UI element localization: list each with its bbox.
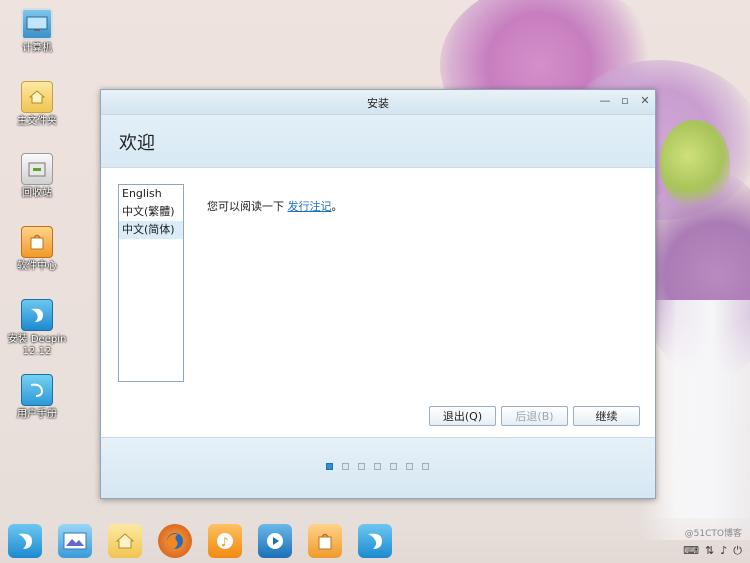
user-manual-icon (21, 374, 53, 406)
wallpaper-leaf (660, 120, 730, 210)
music-player-icon[interactable]: ♪ (208, 524, 242, 558)
trash-icon (21, 153, 53, 185)
close-icon[interactable]: ✕ (639, 95, 651, 107)
quit-button[interactable]: 退出(Q) (429, 406, 496, 426)
release-notes-link[interactable]: 发行注记 (288, 200, 332, 213)
desktop-icon-label: 主文件夹 (17, 116, 57, 127)
deepin-installer-icon[interactable] (358, 524, 392, 558)
step-dot (358, 463, 365, 470)
watermark-text: @51CTO博客 (684, 529, 742, 539)
image-viewer-icon[interactable] (58, 524, 92, 558)
desktop-icon-deepin-installer[interactable]: 安装 Deepin 12.12 (2, 299, 72, 358)
page-header: 欢迎 (101, 115, 655, 168)
step-indicator (326, 463, 429, 470)
language-item-traditional-chinese[interactable]: 中文(繁體) (119, 203, 183, 221)
svg-text:♪: ♪ (221, 535, 229, 549)
deepin-installer-icon (21, 299, 53, 331)
folder-icon[interactable] (108, 524, 142, 558)
firefox-icon[interactable] (158, 524, 192, 558)
wallpaper-vase (640, 300, 750, 540)
desktop-icon-home-folder[interactable]: 主文件夹 (2, 81, 72, 128)
desktop-icon-label: 安装 Deepin 12.12 (7, 334, 67, 357)
keyboard-icon[interactable]: ⌨ (683, 544, 699, 558)
step-dot (422, 463, 429, 470)
release-notes-text: 您可以阅读一下 发行注记。 (207, 198, 343, 214)
desktop-icon-trash[interactable]: 回收站 (2, 153, 72, 200)
network-icon[interactable]: ⇅ (705, 544, 714, 558)
desktop-icon-label: 回收站 (22, 188, 52, 199)
release-notes-prefix: 您可以阅读一下 (207, 200, 284, 213)
deepin-icon[interactable] (8, 524, 42, 558)
page-content: English 中文(繁體) 中文(简体) 您可以阅读一下 发行注记。 退出(Q… (101, 168, 655, 440)
step-dot (326, 463, 333, 470)
window-titlebar[interactable]: 安装 — ▫ ✕ (101, 90, 655, 115)
language-item-english[interactable]: English (119, 185, 183, 203)
page-title: 欢迎 (119, 133, 155, 154)
maximize-icon[interactable]: ▫ (619, 95, 631, 107)
video-player-icon[interactable] (258, 524, 292, 558)
system-tray: ⌨ ⇅ ♪ ⏻ (683, 544, 742, 558)
back-button[interactable]: 后退(B) (501, 406, 568, 426)
power-icon[interactable]: ⏻ (733, 544, 742, 558)
step-dot (374, 463, 381, 470)
software-center-icon (21, 226, 53, 258)
desktop-icon-label: 用户手册 (17, 409, 57, 420)
language-item-simplified-chinese[interactable]: 中文(简体) (119, 221, 183, 239)
language-list[interactable]: English 中文(繁體) 中文(简体) (118, 184, 184, 382)
step-dot (406, 463, 413, 470)
folder-icon (21, 81, 53, 113)
step-dot (390, 463, 397, 470)
desktop-icon-label: 软件中心 (17, 261, 57, 272)
installer-window: 安装 — ▫ ✕ 欢迎 English 中文(繁體) 中文(简体) 您可以阅读一… (100, 89, 656, 499)
release-notes-suffix: 。 (331, 200, 343, 213)
step-dot (342, 463, 349, 470)
computer-icon (21, 8, 53, 40)
volume-icon[interactable]: ♪ (720, 544, 727, 558)
continue-button[interactable]: 继续 (573, 406, 640, 426)
desktop-icon-label: 计算机 (22, 43, 52, 54)
window-title: 安装 (367, 97, 389, 110)
software-center-icon[interactable] (308, 524, 342, 558)
desktop-icon-software-center[interactable]: 软件中心 (2, 226, 72, 273)
dock: ♪ ⌨ ⇅ ♪ ⏻ (0, 518, 750, 563)
desktop-icon-computer[interactable]: 计算机 (2, 8, 72, 55)
desktop-icon-user-manual[interactable]: 用户手册 (2, 374, 72, 421)
minimize-icon[interactable]: — (599, 95, 611, 107)
window-footer (101, 437, 655, 498)
